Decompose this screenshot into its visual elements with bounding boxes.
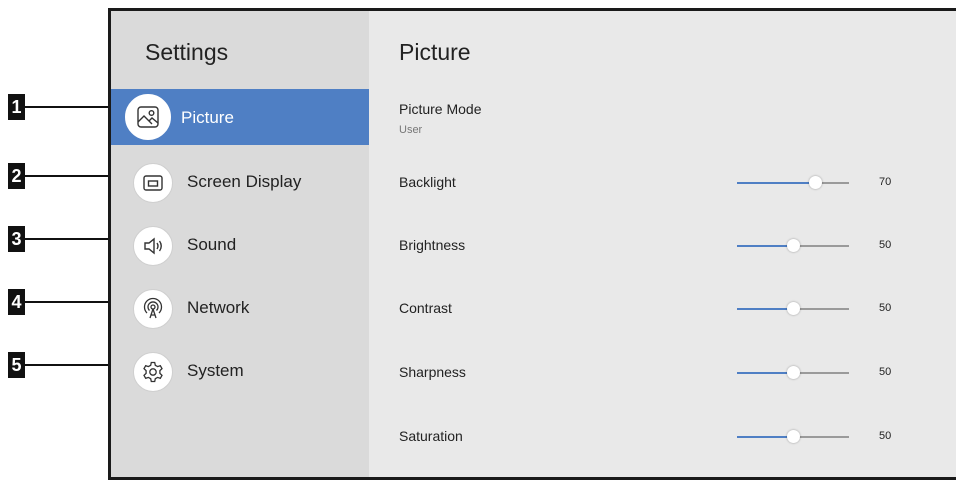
picture-mode-value: User xyxy=(399,124,423,136)
brightness-label: Brightness xyxy=(399,237,466,253)
sidebar-item-screen-display[interactable]: Screen Display xyxy=(111,155,369,211)
sharpness-label: Sharpness xyxy=(399,364,466,380)
picture-mode-label: Picture Mode xyxy=(399,101,482,117)
screen-display-icon xyxy=(133,163,173,203)
settings-sidebar: Settings Picture Screen Display Sound Ne… xyxy=(111,11,369,477)
brightness-value: 50 xyxy=(879,239,892,251)
contrast-row[interactable]: Contrast 50 xyxy=(399,297,919,321)
sidebar-item-label: Screen Display xyxy=(187,172,302,191)
brightness-row[interactable]: Brightness 50 xyxy=(399,234,919,258)
sidebar-item-label: Picture xyxy=(181,108,234,127)
callout-number: 1 xyxy=(8,94,25,120)
sidebar-item-picture[interactable]: Picture xyxy=(111,89,369,145)
slider-thumb[interactable] xyxy=(787,302,800,315)
slider-thumb[interactable] xyxy=(809,176,823,189)
slider-fill xyxy=(737,436,793,438)
settings-screen: Settings Picture Screen Display Sound Ne… xyxy=(108,8,956,480)
sharpness-row[interactable]: Sharpness 50 xyxy=(399,361,919,385)
slider-fill xyxy=(737,308,793,310)
picture-icon xyxy=(125,94,171,140)
contrast-value: 50 xyxy=(879,302,892,314)
brightness-slider[interactable] xyxy=(737,239,849,252)
slider-fill xyxy=(737,245,793,247)
saturation-row[interactable]: Saturation 50 xyxy=(399,425,919,449)
sidebar-item-label: Sound xyxy=(187,235,237,254)
network-icon xyxy=(133,289,173,329)
contrast-label: Contrast xyxy=(399,300,452,316)
backlight-row[interactable]: Backlight 70 xyxy=(399,171,919,195)
saturation-slider[interactable] xyxy=(737,430,849,443)
sidebar-item-label: Network xyxy=(187,298,250,317)
contrast-slider[interactable] xyxy=(737,302,849,315)
page-title: Picture xyxy=(399,39,471,65)
callout-number: 4 xyxy=(8,289,25,315)
backlight-label: Backlight xyxy=(399,174,456,190)
saturation-label: Saturation xyxy=(399,428,463,444)
sidebar-item-network[interactable]: Network xyxy=(111,281,369,337)
sidebar-title: Settings xyxy=(145,39,229,65)
sidebar-item-sound[interactable]: Sound xyxy=(111,218,369,274)
backlight-value: 70 xyxy=(879,176,892,188)
sidebar-item-label: System xyxy=(187,361,244,380)
backlight-slider[interactable] xyxy=(737,176,849,189)
callout-number: 2 xyxy=(8,163,25,189)
sharpness-value: 50 xyxy=(879,366,892,378)
sharpness-slider[interactable] xyxy=(737,366,849,379)
slider-thumb[interactable] xyxy=(787,239,800,252)
sidebar-item-system[interactable]: System xyxy=(111,344,369,400)
slider-fill xyxy=(737,372,793,374)
slider-fill xyxy=(737,182,816,184)
speaker-icon xyxy=(133,226,173,266)
callout-number: 3 xyxy=(8,226,25,252)
saturation-value: 50 xyxy=(879,430,892,442)
callout-number: 5 xyxy=(8,352,25,378)
slider-thumb[interactable] xyxy=(787,430,800,443)
gear-icon xyxy=(133,352,173,392)
slider-thumb[interactable] xyxy=(787,366,800,379)
